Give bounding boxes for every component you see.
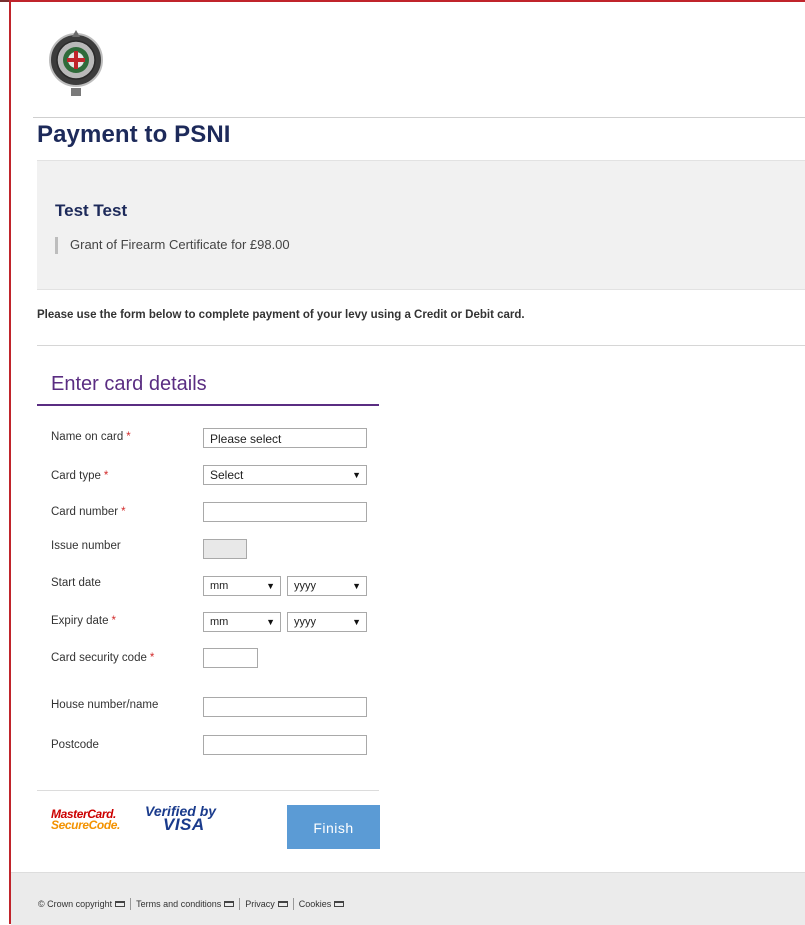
issue-number-input[interactable] [203, 539, 247, 559]
start-date-label: Start date [51, 577, 101, 589]
postcode-label: Postcode [51, 739, 99, 751]
required-marker: * [111, 615, 117, 627]
card-type-select[interactable]: Select ▼ [203, 465, 367, 485]
footer-link-copyright[interactable]: © Crown copyright [38, 899, 126, 909]
expiry-month-selected: mm [210, 616, 229, 628]
start-month-selected: mm [210, 580, 229, 592]
verified-by-visa-logo: Verified by VISA [145, 803, 217, 834]
expiry-year-selected: yyyy [294, 616, 316, 628]
dropdown-arrow-icon: ▼ [266, 581, 275, 591]
required-marker: * [149, 652, 155, 664]
card-number-label: Card number * [51, 506, 126, 518]
form-bottom-divider [37, 790, 379, 791]
card-type-selected: Select [210, 468, 244, 482]
header-divider [33, 117, 805, 118]
start-month-select[interactable]: mm ▼ [203, 576, 281, 596]
postcode-input[interactable] [203, 735, 367, 755]
window-frame-left [9, 0, 11, 924]
security-code-input[interactable] [203, 648, 258, 668]
expiry-date-label: Expiry date * [51, 615, 117, 627]
footer-separator [239, 898, 241, 910]
heading-underline [37, 404, 379, 406]
name-on-card-input[interactable]: Please select [203, 428, 367, 448]
external-link-icon [224, 901, 235, 907]
footer-separator [130, 898, 132, 910]
card-details-heading: Enter card details [51, 373, 207, 395]
footer-link-privacy[interactable]: Privacy [245, 899, 288, 909]
payment-item: Grant of Firearm Certificate for £98.00 [70, 237, 290, 252]
footer-link-terms[interactable]: Terms and conditions [136, 899, 235, 909]
required-marker: * [103, 470, 109, 482]
start-year-selected: yyyy [294, 580, 316, 592]
start-year-select[interactable]: yyyy ▼ [287, 576, 367, 596]
footer-separator [292, 898, 294, 910]
footer-link-cookies[interactable]: Cookies [299, 899, 345, 909]
card-type-label: Card type * [51, 470, 109, 482]
expiry-year-select[interactable]: yyyy ▼ [287, 612, 367, 632]
window-frame-top [9, 0, 805, 2]
window-frame-corner [0, 0, 9, 2]
external-link-icon [334, 901, 345, 907]
dropdown-arrow-icon: ▼ [352, 470, 361, 480]
required-marker: * [126, 431, 131, 443]
card-number-input[interactable] [203, 502, 367, 522]
dropdown-arrow-icon: ▼ [352, 617, 361, 627]
external-link-icon [115, 901, 126, 907]
security-code-label: Card security code * [51, 652, 155, 664]
name-on-card-label: Name on card * [51, 431, 131, 443]
external-link-icon [277, 901, 288, 907]
dropdown-arrow-icon: ▼ [352, 581, 361, 591]
mastercard-securecode-logo: MasterCard. SecureCode. [51, 807, 120, 832]
payment-summary: Test Test Grant of Firearm Certificate f… [37, 160, 805, 290]
payer-name: Test Test [55, 201, 128, 220]
page-title: Payment to PSNI [37, 121, 231, 148]
footer: © Crown copyright Terms and conditions P… [11, 872, 805, 925]
expiry-month-select[interactable]: mm ▼ [203, 612, 281, 632]
house-label: House number/name [51, 699, 159, 711]
required-marker: * [121, 506, 126, 518]
psni-crest-logo [49, 30, 103, 96]
form-divider [37, 345, 805, 346]
footer-links: © Crown copyright Terms and conditions P… [38, 898, 345, 910]
summary-quote-bar [55, 237, 58, 254]
finish-button[interactable]: Finish [287, 805, 380, 849]
dropdown-arrow-icon: ▼ [266, 617, 275, 627]
instructions-text: Please use the form below to complete pa… [37, 309, 525, 321]
house-input[interactable] [203, 697, 367, 717]
issue-number-label: Issue number [51, 540, 121, 552]
